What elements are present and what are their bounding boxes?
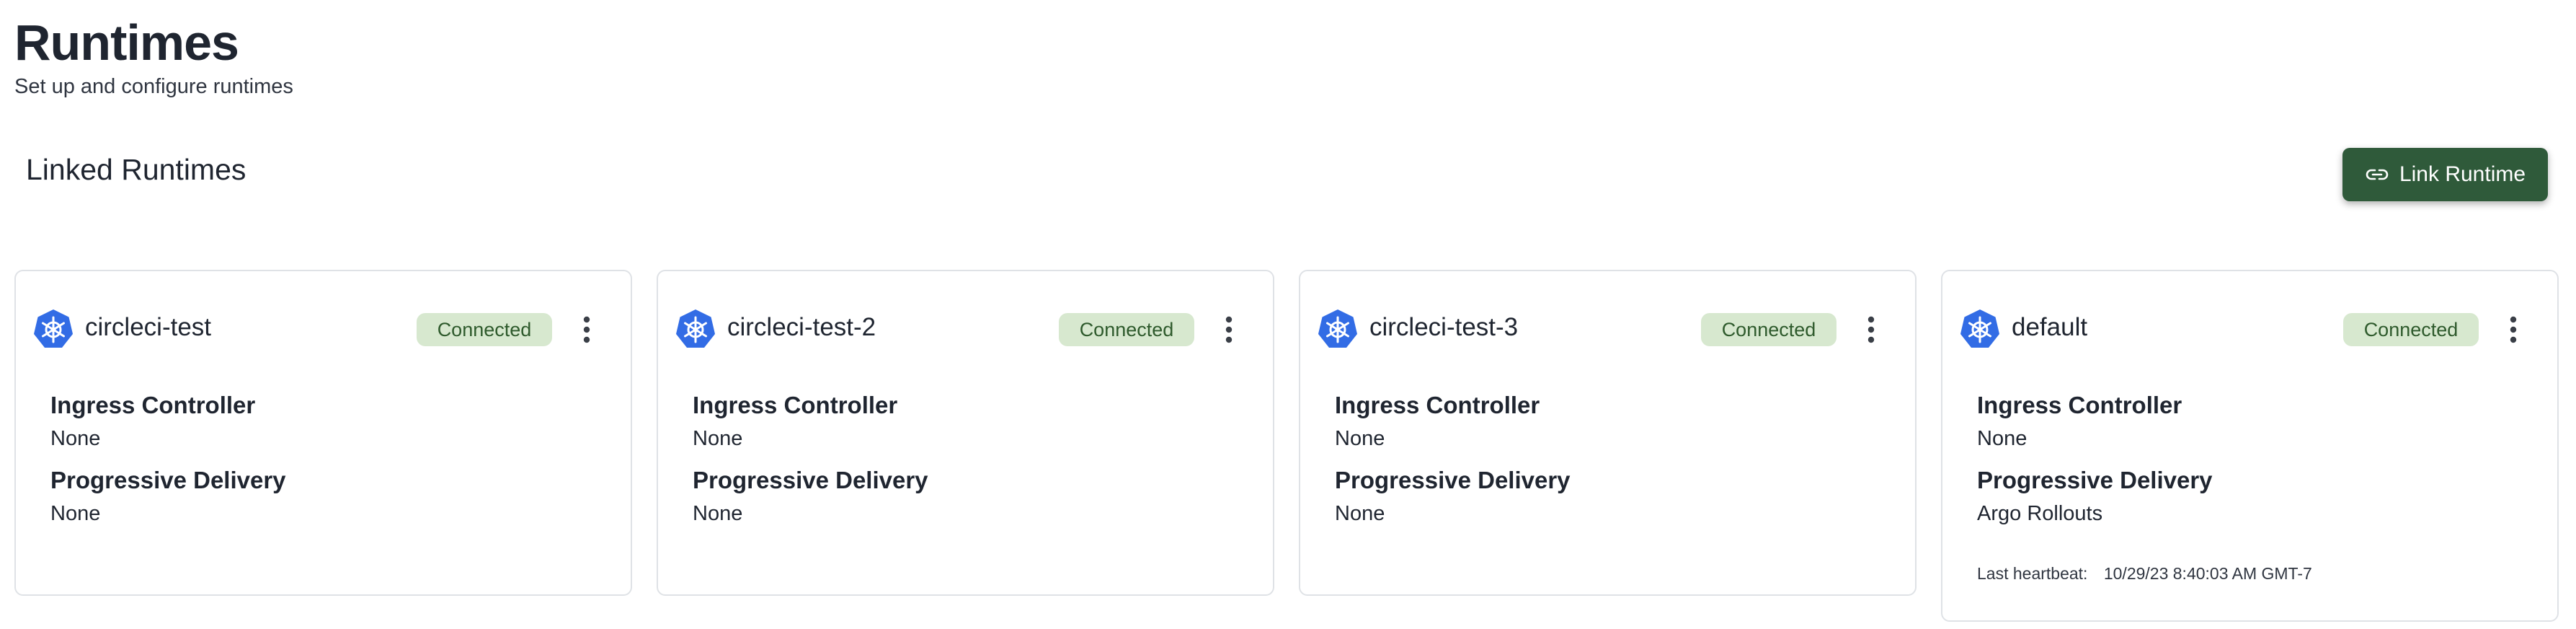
runtime-card[interactable]: default Connected Ingress Controller Non… — [1941, 270, 2559, 622]
kubernetes-icon — [676, 309, 715, 348]
progressive-delivery-label: Progressive Delivery — [50, 467, 286, 493]
ingress-controller-value: None — [1977, 427, 2028, 450]
runtime-card[interactable]: circleci-test-2 Connected Ingress Contro… — [657, 270, 1274, 596]
last-heartbeat-value: 10/29/23 8:40:03 AM GMT-7 — [2103, 564, 2312, 583]
kebab-menu-icon — [583, 316, 590, 343]
status-badge: Connected — [1701, 313, 1836, 346]
progressive-delivery-label: Progressive Delivery — [1977, 467, 2213, 493]
progressive-delivery-value: None — [693, 502, 743, 525]
more-options-button[interactable] — [1213, 313, 1245, 346]
runtimes-page: Runtimes Set up and configure runtimes L… — [0, 0, 2576, 629]
status-badge: Connected — [417, 313, 552, 346]
kebab-menu-icon — [2510, 316, 2517, 343]
runtime-name: circleci-test — [85, 313, 212, 341]
kubernetes-icon — [1960, 309, 1999, 348]
progressive-delivery-label: Progressive Delivery — [1335, 467, 1571, 493]
progressive-delivery-label: Progressive Delivery — [693, 467, 928, 493]
progressive-delivery-value: Argo Rollouts — [1977, 502, 2103, 525]
kebab-menu-icon — [1225, 316, 1233, 343]
progressive-delivery-value: None — [1335, 502, 1385, 525]
progressive-delivery-value: None — [50, 502, 101, 525]
ingress-controller-label: Ingress Controller — [50, 392, 256, 418]
more-options-button[interactable] — [571, 313, 603, 346]
last-heartbeat-label: Last heartbeat: — [1977, 564, 2088, 583]
runtime-name: circleci-test-3 — [1369, 313, 1519, 341]
runtime-card[interactable]: circleci-test Connected Ingress Controll… — [14, 270, 632, 596]
status-badge: Connected — [1059, 313, 1194, 346]
page-title: Runtimes — [14, 14, 239, 71]
more-options-button[interactable] — [1855, 313, 1887, 346]
kebab-menu-icon — [1867, 316, 1875, 343]
ingress-controller-value: None — [1335, 427, 1385, 450]
more-options-button[interactable] — [2497, 313, 2529, 346]
ingress-controller-label: Ingress Controller — [1335, 392, 1540, 418]
status-badge: Connected — [2343, 313, 2479, 346]
link-runtime-label: Link Runtime — [2399, 162, 2526, 186]
runtime-card[interactable]: circleci-test-3 Connected Ingress Contro… — [1299, 270, 1917, 596]
runtime-name: default — [2012, 313, 2088, 341]
ingress-controller-label: Ingress Controller — [1977, 392, 2182, 418]
ingress-controller-value: None — [50, 427, 101, 450]
kubernetes-icon — [1318, 309, 1357, 348]
section-title: Linked Runtimes — [26, 153, 247, 186]
last-heartbeat: Last heartbeat: 10/29/23 8:40:03 AM GMT-… — [1977, 563, 2312, 584]
ingress-controller-label: Ingress Controller — [693, 392, 898, 418]
page-subtitle: Set up and configure runtimes — [14, 75, 293, 98]
ingress-controller-value: None — [693, 427, 743, 450]
link-icon — [2366, 169, 2389, 180]
link-runtime-button[interactable]: Link Runtime — [2342, 148, 2548, 201]
runtime-name: circleci-test-2 — [727, 313, 876, 341]
kubernetes-icon — [34, 309, 73, 348]
